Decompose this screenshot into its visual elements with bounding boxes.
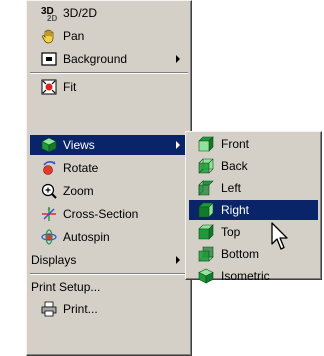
submenu-item-right[interactable]: Right — [189, 200, 318, 220]
printer-icon — [41, 301, 57, 317]
background-icon — [41, 52, 57, 66]
menu-item-3d-2d[interactable]: 3D 2D 3D/2D — [30, 3, 188, 23]
cube-top-icon — [198, 224, 214, 240]
menu-item-label: Views — [63, 138, 95, 152]
menu-item-pan[interactable]: Pan — [30, 26, 188, 46]
autospin-icon — [41, 229, 57, 245]
menu-item-autospin[interactable]: Autospin — [30, 227, 188, 247]
menu-item-views[interactable]: Views — [30, 135, 188, 155]
menu-item-label: Rotate — [63, 161, 99, 175]
menu-item-label: Autospin — [63, 230, 110, 244]
cube-back-icon — [198, 158, 214, 174]
menu-item-label: 3D/2D — [63, 6, 98, 20]
fit-icon — [41, 79, 57, 95]
submenu-item-front[interactable]: Front — [189, 134, 318, 154]
submenu-item-left[interactable]: Left — [189, 178, 318, 198]
zoom-icon — [41, 183, 57, 199]
menu-item-print-setup[interactable]: Print Setup... — [30, 277, 188, 297]
submenu-item-bottom[interactable]: Bottom — [189, 244, 318, 264]
menu-item-label: Background — [63, 52, 128, 66]
context-menu: 3D 2D 3D/2D Pan Background Fit Views Rot… — [26, 0, 192, 356]
3d-2d-icon: 3D 2D — [41, 6, 57, 21]
submenu-item-label: Front — [221, 137, 250, 151]
views-cube-icon — [41, 137, 57, 153]
rotate-icon — [43, 161, 56, 175]
menu-item-label: Cross-Section — [63, 207, 139, 221]
menu-item-label: Displays — [31, 253, 77, 267]
hand-icon — [42, 29, 54, 44]
submenu-arrow-icon — [176, 55, 180, 63]
submenu-item-label: Bottom — [221, 247, 260, 261]
submenu-arrow-icon — [176, 141, 180, 149]
cube-isometric-icon — [198, 268, 214, 284]
menu-item-label: Zoom — [63, 184, 94, 198]
submenu-item-back[interactable]: Back — [189, 156, 318, 176]
menu-item-label: Pan — [63, 29, 85, 43]
submenu-item-label: Left — [221, 181, 242, 195]
views-submenu: Front Back Left Right Top Bottom Isometr… — [185, 131, 322, 284]
submenu-item-label: Right — [221, 203, 250, 217]
svg-text:2D: 2D — [47, 14, 57, 21]
cube-front-icon — [198, 136, 214, 152]
menu-item-label: Print Setup... — [31, 280, 101, 294]
mouse-pointer-icon — [271, 222, 288, 250]
submenu-item-label: Isometric — [221, 269, 270, 283]
menu-separator — [30, 72, 188, 74]
submenu-item-label: Back — [221, 159, 248, 173]
menu-item-fit[interactable]: Fit — [30, 77, 188, 97]
menu-item-background[interactable]: Background — [30, 49, 188, 69]
menu-separator — [30, 273, 188, 275]
menu-item-zoom[interactable]: Zoom — [30, 181, 188, 201]
cube-left-icon — [198, 180, 214, 196]
submenu-item-top[interactable]: Top — [189, 222, 318, 242]
cube-bottom-icon — [198, 246, 214, 262]
menu-item-label: Print... — [63, 302, 98, 316]
submenu-item-isometric[interactable]: Isometric — [189, 266, 318, 286]
menu-item-cross-section[interactable]: Cross-Section — [30, 204, 188, 224]
menu-item-rotate[interactable]: Rotate — [30, 158, 188, 178]
menu-item-print[interactable]: Print... — [30, 299, 188, 319]
submenu-item-label: Top — [221, 225, 241, 239]
submenu-arrow-icon — [176, 256, 180, 264]
menu-item-label: Fit — [63, 80, 77, 94]
cross-section-icon — [42, 207, 56, 221]
menu-item-displays[interactable]: Displays — [30, 250, 188, 270]
cube-right-icon — [198, 202, 214, 218]
